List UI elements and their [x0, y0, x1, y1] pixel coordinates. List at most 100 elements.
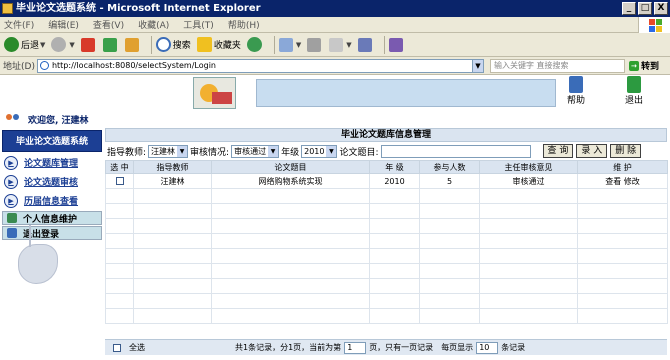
menu-bar: 文件(F) 编辑(E) 查看(V) 收藏(A) 工具(T) 帮助(H)	[0, 17, 670, 33]
page-title: 毕业论文题库信息管理	[105, 128, 667, 142]
history-icon	[246, 37, 262, 52]
topic-label: 论文题目:	[339, 147, 379, 158]
sidebar-item-topic-management[interactable]: ▶ 论文题库管理	[2, 154, 102, 171]
help-button[interactable]: 帮助	[562, 76, 590, 106]
window-title: 毕业论文选题系统 - Microsoft Internet Explorer	[16, 3, 261, 14]
minimize-button[interactable]: _	[622, 2, 636, 15]
search-button[interactable]: 搜索	[155, 37, 191, 52]
empty-row	[105, 233, 668, 249]
help-icon	[569, 76, 583, 93]
favorites-label: 收藏夹	[213, 41, 241, 51]
close-button[interactable]: X	[654, 2, 668, 15]
chevron-down-icon: ▼	[346, 40, 352, 49]
sidebar-item-logout[interactable]: 退出登录	[2, 226, 102, 240]
users-icon	[6, 114, 20, 125]
chevron-down-icon: ▼	[40, 40, 46, 49]
empty-row	[105, 218, 668, 234]
col-select: 选 中	[105, 160, 134, 174]
query-button[interactable]: 查 询	[542, 144, 574, 158]
ie-page-icon	[39, 61, 49, 70]
empty-row	[105, 308, 668, 324]
sidebar-subitem-label: 个人信息维护	[23, 214, 78, 225]
select-all-checkbox[interactable]	[113, 343, 121, 352]
refresh-button[interactable]	[102, 37, 119, 52]
advisor-select[interactable]: 汪建林 ▼	[148, 144, 189, 158]
row-checkbox[interactable]	[115, 177, 124, 185]
empty-row	[105, 263, 668, 279]
topic-search-input[interactable]	[380, 144, 531, 158]
star-icon	[196, 37, 212, 52]
back-label: 后退	[21, 41, 40, 51]
toolbar-divider	[150, 35, 152, 54]
stop-button[interactable]	[80, 37, 97, 52]
sidebar-item-history[interactable]: ▶ 历届信息查看	[2, 192, 102, 209]
go-button[interactable]: → 转到	[628, 59, 659, 72]
print-button[interactable]	[307, 37, 323, 52]
messenger-button[interactable]	[357, 37, 374, 52]
cell-topic: 网络购物系统实现	[211, 173, 370, 189]
col-topic: 论文题目	[211, 160, 370, 174]
sidebar-item-topic-review[interactable]: ▶ 论文选题审核	[2, 173, 102, 190]
empty-row	[105, 248, 668, 264]
menu-help[interactable]: 帮助(H)	[228, 18, 260, 31]
mouse-decoration-image	[18, 225, 58, 284]
go-arrow-icon: →	[628, 60, 639, 71]
mail-icon	[278, 37, 293, 52]
mail-button[interactable]: ▼	[278, 37, 301, 52]
address-bar: 地址(D) http://localhost:8080/selectSystem…	[0, 57, 670, 75]
edit-link[interactable]: 修改	[624, 177, 640, 186]
sidebar-item-label: 历届信息查看	[24, 197, 79, 207]
sidebar-item-profile[interactable]: 个人信息维护	[2, 211, 102, 225]
col-review: 主任审核意见	[479, 160, 578, 174]
advisor-value: 汪建林	[151, 146, 176, 156]
topics-table: 选 中 指导教师 论文题目 年 级 参与人数 主任审核意见 维 护 汪建林 网络…	[105, 160, 668, 324]
empty-row	[105, 188, 668, 204]
col-year: 年 级	[369, 160, 420, 174]
chevron-down-icon: ▼	[177, 145, 188, 157]
address-input[interactable]: http://localhost:8080/selectSystem/Login	[36, 58, 473, 73]
history-button[interactable]	[246, 37, 264, 52]
forward-arrow-icon	[51, 37, 67, 52]
menu-favorites[interactable]: 收藏(A)	[138, 18, 169, 31]
home-icon	[124, 37, 139, 52]
exit-door-icon	[627, 76, 641, 93]
favorites-button[interactable]: 收藏夹	[196, 37, 241, 52]
go-label: 转到	[640, 62, 659, 72]
empty-row	[105, 278, 668, 294]
edit-button[interactable]: ▼	[329, 37, 352, 52]
ie-app-icon	[2, 3, 13, 14]
view-link[interactable]: 查看	[605, 177, 621, 186]
advisor-label: 指导教师:	[107, 147, 147, 158]
welcome-text: 欢迎您, 汪建林	[28, 116, 89, 126]
forward-button[interactable]: ▼	[51, 37, 75, 52]
menu-file[interactable]: 文件(F)	[4, 18, 34, 31]
review-label: 审核情况:	[190, 147, 230, 158]
search-icon	[155, 37, 171, 52]
add-button[interactable]: 录 入	[576, 144, 608, 158]
delete-button[interactable]: 删 除	[610, 144, 642, 158]
per-page-input[interactable]: 10	[476, 341, 499, 354]
keyword-search-input[interactable]: 输入关键字 直接搜索	[489, 58, 625, 73]
arrow-right-icon: ▶	[4, 155, 18, 170]
sidebar-title: 毕业论文选题系统	[2, 130, 102, 152]
address-dropdown-button[interactable]: ▼	[472, 58, 484, 73]
year-value: 2010	[304, 146, 325, 156]
research-button[interactable]	[388, 37, 405, 52]
year-label: 年级	[281, 147, 300, 158]
cell-actions: 查看 修改	[577, 173, 668, 189]
page-number-input[interactable]: 1	[344, 341, 367, 354]
back-button[interactable]: 后退 ▼	[4, 37, 45, 52]
col-maintain: 维 护	[577, 160, 668, 174]
stop-icon	[80, 37, 95, 52]
home-button[interactable]	[124, 37, 141, 52]
maximize-button[interactable]: □	[638, 2, 652, 15]
address-label: 地址(D)	[3, 62, 35, 72]
review-status-select[interactable]: 审核通过 ▼	[231, 144, 280, 158]
menu-edit[interactable]: 编辑(E)	[48, 18, 79, 31]
table-header-row: 选 中 指导教师 论文题目 年 级 参与人数 主任审核意见 维 护	[105, 160, 668, 174]
menu-view[interactable]: 查看(V)	[93, 18, 124, 31]
review-value: 审核通过	[234, 146, 267, 156]
menu-tools[interactable]: 工具(T)	[183, 18, 214, 31]
exit-button[interactable]: 退出	[620, 76, 648, 106]
year-select[interactable]: 2010 ▼	[301, 144, 338, 158]
